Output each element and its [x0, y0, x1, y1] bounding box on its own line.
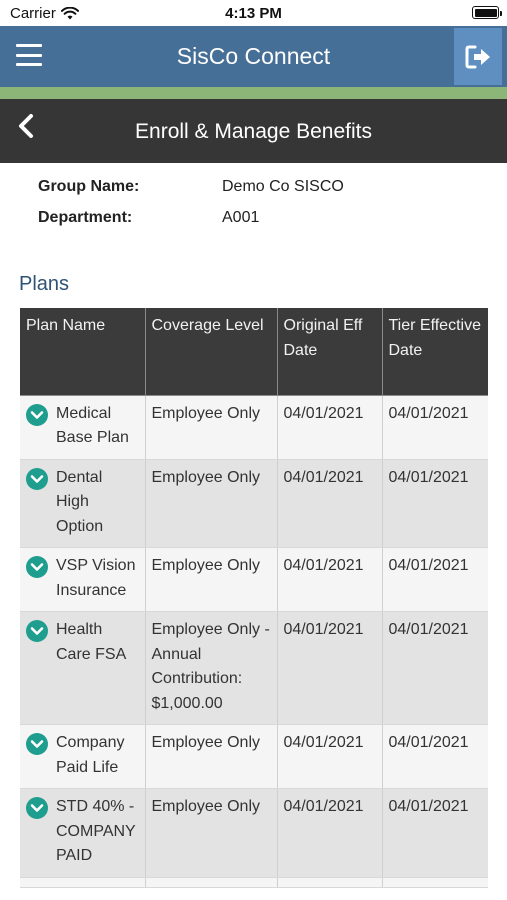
coverage-level-cell: Employee Only: [145, 459, 278, 548]
page-title: Enroll & Manage Benefits: [135, 120, 372, 143]
plan-name: Medical Base Plan: [56, 404, 129, 447]
status-bar: Carrier 4:13 PM: [0, 0, 507, 26]
plan-name-cell: Health Care FSA: [20, 611, 146, 725]
plans-heading: Plans: [19, 273, 70, 295]
coverage-level-cell: Employee Only: [145, 547, 278, 612]
column-header-tier-effective-date: Tier Effective Date: [382, 308, 488, 396]
original-eff-date-cell: 04/01/2021: [277, 788, 383, 878]
table-row[interactable]: Dental High Option Employee Only 04/01/202…: [20, 459, 488, 548]
expand-row-icon[interactable]: [26, 467, 48, 490]
app-title: SisCo Connect: [176, 43, 331, 69]
plans-table: Plan Name Coverage Level Original Eff Da…: [20, 308, 488, 888]
group-name-value: Demo Co SISCO: [222, 178, 344, 195]
original-eff-date-cell: 04/01/2021: [277, 724, 383, 789]
logout-icon: [465, 45, 490, 68]
expand-row-icon[interactable]: [26, 403, 48, 426]
tier-effective-date-cell: 04/01/2021: [382, 395, 488, 460]
plan-name-cell: VSP Vision Insurance: [20, 547, 146, 612]
plan-name: Company Paid Life: [56, 734, 125, 776]
original-eff-date-cell: 04/01/2021: [277, 459, 383, 548]
plans-table-container: Plan Name Coverage Level Original Eff Da…: [20, 308, 488, 888]
plan-name-cell: Dental High Option: [20, 459, 146, 548]
column-header-plan-name: Plan Name: [20, 308, 146, 396]
plan-name: STD 40% - COMPANY PAID: [56, 798, 136, 864]
plan-name-cell: STD 40% - COMPANY PAID: [20, 788, 146, 878]
group-info: Group Name: Demo Co SISCO Department: A0…: [38, 178, 478, 240]
column-header-original-eff-date: Original Eff Date: [277, 308, 383, 396]
expand-row-icon[interactable]: [26, 620, 48, 642]
table-row[interactable]: Health Care FSA Employee Only - Annual Co…: [20, 611, 488, 725]
original-eff-date-cell: 04/01/2021: [277, 395, 383, 460]
expand-row-icon[interactable]: [26, 556, 48, 578]
coverage-level-cell: Employee Only: [145, 788, 278, 878]
column-header-coverage-level: Coverage Level: [145, 308, 278, 396]
status-time: 4:13 PM: [225, 5, 282, 22]
tier-effective-date-cell: 04/01/2021: [382, 788, 488, 878]
tier-effective-date-cell: 04/01/2021: [382, 459, 488, 548]
original-eff-date-cell: 04/01/2021: [277, 547, 383, 612]
department-label: Department:: [38, 209, 133, 226]
department-value: A001: [222, 209, 260, 226]
plan-name-cell: Company Paid Life: [20, 724, 146, 789]
coverage-level-cell: Employee Only: [145, 724, 278, 789]
page-header: Enroll & Manage Benefits: [0, 99, 507, 163]
tier-effective-date-cell: 04/01/2021: [382, 547, 488, 612]
plan-name: VSP Vision Insurance: [56, 557, 136, 599]
plan-name: Dental High Option: [56, 468, 104, 535]
table-row[interactable]: STD 40% - COMPANY PAID Employee Only 04/01…: [20, 788, 488, 878]
battery-icon: [472, 6, 502, 19]
table-row[interactable]: Medical Base Plan Employee Only 04/01/2021…: [20, 395, 488, 460]
table-row-partial: [20, 877, 488, 888]
tier-effective-date-cell: 04/01/2021: [382, 724, 488, 789]
coverage-level-cell: Employee Only: [145, 395, 278, 460]
plan-name: Health Care FSA: [56, 621, 127, 663]
expand-row-icon[interactable]: [26, 733, 48, 755]
coverage-level-cell: Employee Only - Annual Contribution: $1,…: [145, 611, 278, 725]
table-row[interactable]: Company Paid Life Employee Only 04/01/2021…: [20, 724, 488, 789]
tier-effective-date-cell: 04/01/2021: [382, 611, 488, 725]
app-bar: SisCo Connect: [0, 26, 507, 87]
plan-name-cell: Medical Base Plan: [20, 395, 146, 460]
group-name-row: Group Name: Demo Co SISCO: [38, 178, 478, 209]
original-eff-date-cell: 04/01/2021: [277, 611, 383, 725]
group-name-label: Group Name:: [38, 178, 140, 195]
expand-row-icon[interactable]: [26, 797, 48, 819]
table-row[interactable]: VSP Vision Insurance Employee Only 04/01/2…: [20, 547, 488, 612]
logout-button[interactable]: [454, 28, 502, 85]
table-header-row: Plan Name Coverage Level Original Eff Da…: [20, 308, 488, 396]
accent-divider: [0, 87, 507, 99]
department-row: Department: A001: [38, 209, 478, 240]
